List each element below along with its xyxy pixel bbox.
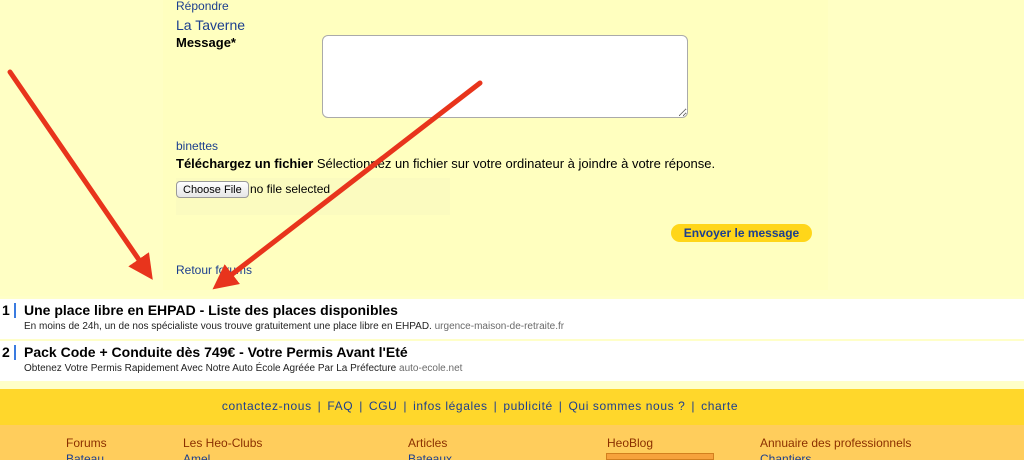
file-status-text: no file selected [250,182,331,196]
footer-link-cgu[interactable]: CGU [369,399,397,413]
footer-column-link[interactable]: Bateau [66,452,104,460]
ad-description-text: Obtenez Votre Permis Rapidement Avec Not… [24,363,397,374]
footer-column-title: Articles [408,436,448,450]
footer-column-link[interactable]: Bateaux [408,452,452,460]
footer-column-title: Les Heo-Clubs [183,436,263,450]
footer-nav-bar: contactez-nous | FAQ | CGU | infos légales | pub… [0,389,1024,425]
footer-column-title: HeoBlog [607,436,654,450]
sponsored-ad: 2 Pack Code + Conduite dès 749€ - Votre … [0,341,1024,381]
forum-name-link[interactable]: La Taverne [176,17,245,33]
ad-description: En moins de 24h, un de nos spécialiste v… [24,321,564,332]
ad-title-link[interactable]: Pack Code + Conduite dès 749€ - Votre Pe… [24,344,408,360]
ad-description-text: En moins de 24h, un de nos spécialiste v… [24,321,432,332]
send-message-button[interactable]: Envoyer le message [671,224,812,242]
footer-link-faq[interactable]: FAQ [327,399,353,413]
ad-domain: urgence-maison-de-retraite.fr [434,321,565,332]
ad-divider [14,303,16,318]
message-label: Message* [176,35,236,50]
footer-column-link[interactable]: Chantiers [760,452,811,460]
footer-column-title: Forums [66,436,107,450]
ad-title-link[interactable]: Une place libre en EHPAD - Liste des pla… [24,302,398,318]
ad-number: 1 [2,302,10,318]
footer-link-advertising[interactable]: publicité [503,399,552,413]
ad-divider [14,345,16,360]
ad-domain: auto-ecole.net [399,363,463,374]
footer-column-blog: HeoBlog [607,436,653,450]
back-to-forums-link[interactable]: Retour forums [176,263,252,277]
footer-sitemap: Forums Bateau Les Heo-Clubs Amel Article… [0,425,1024,460]
upload-instructions: Téléchargez un fichier Sélectionnez un f… [176,156,715,171]
footer-link-about[interactable]: Qui sommes nous ? [569,399,686,413]
footer-link-contact[interactable]: contactez-nous [222,399,312,413]
footer-link-legal[interactable]: infos légales [413,399,488,413]
footer-column-title: Annuaire des professionnels [760,436,912,450]
sponsored-ad: 1 Une place libre en EHPAD - Liste des p… [0,299,1024,339]
smileys-link[interactable]: binettes [176,139,218,153]
ad-description: Obtenez Votre Permis Rapidement Avec Not… [24,363,462,374]
ad-number: 2 [2,344,10,360]
footer-link-charter[interactable]: charte [701,399,738,413]
footer-column-forums: Forums Bateau [66,436,107,460]
footer-links: contactez-nous | FAQ | CGU | infos légales | pub… [221,399,739,413]
choose-file-button[interactable]: Choose File [176,181,249,198]
footer-column-clubs: Les Heo-Clubs Amel [183,436,263,460]
heoblog-thumbnail[interactable] [606,453,714,460]
footer-column-link[interactable]: Amel [183,452,210,460]
upload-title: Téléchargez un fichier [176,156,314,171]
footer-column-articles: Articles Bateaux [408,436,452,460]
reply-link[interactable]: Répondre [176,0,229,13]
footer-column-directory: Annuaire des professionnels Chantiers [760,436,912,460]
upload-description: Sélectionnez un fichier sur votre ordina… [316,156,716,171]
message-textarea[interactable] [322,35,688,118]
